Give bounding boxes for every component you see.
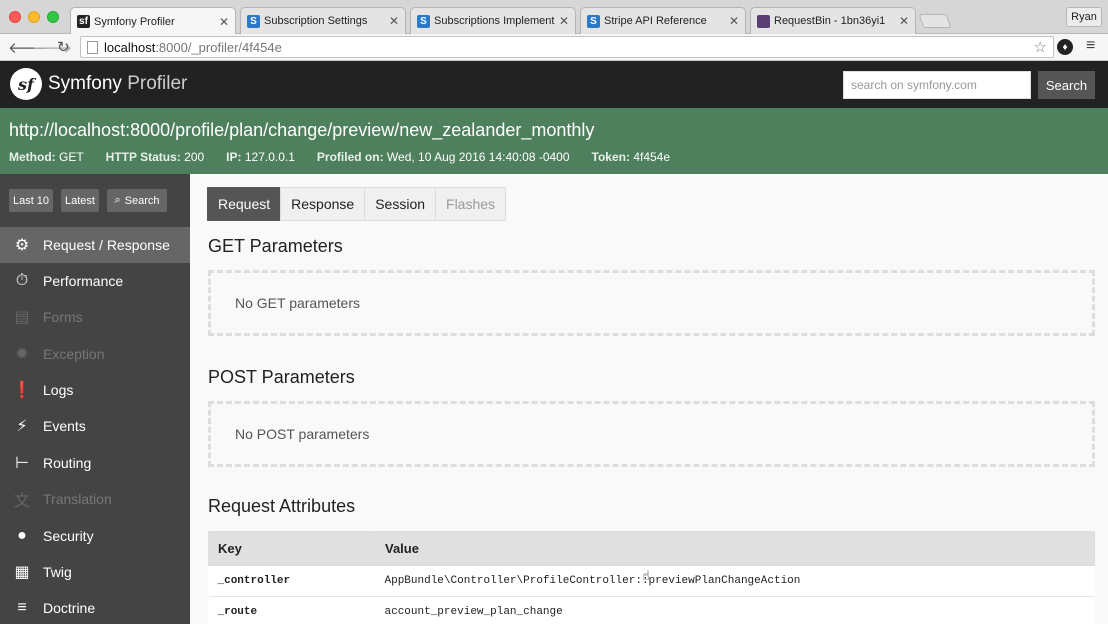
- mouse-cursor-icon: ☝: [642, 568, 650, 583]
- brand-suffix: Profiler: [121, 73, 188, 94]
- browser-tab-subscriptions-implementation[interactable]: S Subscriptions Implementati ✕: [410, 7, 576, 34]
- form-icon: ▤: [14, 309, 30, 326]
- tab-label: Stripe API Reference: [604, 15, 707, 27]
- sidebar-item-routing[interactable]: ⊢ Routing: [0, 445, 190, 481]
- profiler-main: Request Response Session Flashes GET Par…: [190, 174, 1108, 624]
- close-tab-icon[interactable]: ✕: [389, 14, 399, 28]
- close-tab-icon[interactable]: ✕: [729, 14, 739, 28]
- meta-method: Method: GET: [9, 150, 84, 164]
- gears-icon: ⚙: [14, 237, 30, 254]
- hamburger-menu-icon[interactable]: ≡: [1086, 37, 1095, 55]
- close-tab-icon[interactable]: ✕: [219, 15, 229, 29]
- profile-button[interactable]: Ryan: [1066, 7, 1102, 27]
- close-tab-icon[interactable]: ✕: [899, 14, 909, 28]
- request-meta: Method: GET HTTP Status: 200 IP: 127.0.0…: [9, 150, 692, 164]
- stripe-icon: S: [417, 14, 430, 28]
- symfony-search-button[interactable]: Search: [1038, 71, 1095, 99]
- stopwatch-icon: ⏱: [15, 272, 29, 289]
- request-attributes-table: Key Value _controller AppBundle\Controll…: [208, 531, 1095, 624]
- bug-icon: ✹: [15, 346, 29, 363]
- attribute-value: AppBundle\Controller\ProfileController::…: [375, 565, 1095, 597]
- stripe-icon: S: [247, 14, 260, 28]
- meta-token: Token: 4f454e: [591, 150, 671, 164]
- new-tab-button[interactable]: [918, 14, 952, 28]
- magnifier-icon: ⌕: [114, 194, 121, 206]
- sidebar-item-security[interactable]: ● Security: [0, 518, 190, 554]
- reload-icon[interactable]: ↻: [57, 38, 70, 56]
- extension-flame-icon[interactable]: ♦: [1057, 39, 1073, 55]
- table-row: _route account_preview_plan_change: [208, 596, 1095, 624]
- request-url[interactable]: http://localhost:8000/profile/plan/chang…: [9, 120, 594, 141]
- events-icon: ⚡: [16, 418, 28, 435]
- tab-label: Subscription Settings: [264, 15, 368, 27]
- browser-tab-stripe-api-reference[interactable]: S Stripe API Reference ✕: [580, 7, 746, 34]
- browser-tab-subscription-settings[interactable]: S Subscription Settings ✕: [240, 7, 406, 34]
- tab-flashes[interactable]: Flashes: [435, 187, 507, 221]
- tab-label: RequestBin - 1bn36yi1: [774, 15, 886, 27]
- database-icon: ≡: [17, 599, 27, 616]
- minimize-window-button[interactable]: [28, 11, 40, 23]
- twig-icon: ▦: [14, 564, 30, 581]
- post-parameters-title: POST Parameters: [208, 367, 355, 387]
- attribute-key: _controller: [208, 565, 376, 597]
- latest-button[interactable]: Latest: [61, 189, 99, 212]
- profiler-sidebar: Last 10 Latest ⌕ Search ⚙ Request / Respon…: [0, 174, 190, 624]
- brand-name: Symfony: [48, 73, 122, 94]
- sidebar-item-twig[interactable]: ▦ Twig: [0, 554, 190, 590]
- table-row: _controller AppBundle\Controller\Profile…: [208, 565, 1095, 597]
- profiler-title[interactable]: Symfony Profiler: [48, 73, 187, 95]
- sidebar-item-request-response[interactable]: ⚙ Request / Response: [0, 227, 190, 263]
- url-host: localhost: [104, 39, 156, 55]
- bookmark-star-icon[interactable]: ☆: [1034, 38, 1047, 56]
- post-parameters-empty: No POST parameters: [208, 401, 1095, 467]
- browser-tab-requestbin[interactable]: RequestBin - 1bn36yi1 ✕: [750, 7, 916, 34]
- value-column-header: Value: [375, 531, 1095, 566]
- routing-icon: ⊢: [15, 455, 29, 472]
- sidebar-item-exception[interactable]: ✹ Exception: [0, 336, 190, 372]
- meta-ip: IP: 127.0.0.1: [226, 150, 295, 164]
- page-icon: [87, 40, 98, 54]
- table-header-row: Key Value: [208, 531, 1095, 566]
- browser-toolbar: 🡐 🡒 ↻ localhost:8000/_profiler/4f454e ☆ …: [0, 34, 1108, 61]
- attribute-value: account_preview_plan_change: [375, 596, 1095, 624]
- sidebar-item-events[interactable]: ⚡ Events: [0, 408, 190, 444]
- sidebar-item-doctrine[interactable]: ≡ Doctrine: [0, 590, 190, 624]
- maximize-window-button[interactable]: [47, 11, 59, 23]
- symfony-icon: sf: [77, 15, 90, 28]
- symfony-search-input[interactable]: [843, 71, 1031, 99]
- request-summary: http://localhost:8000/profile/plan/chang…: [0, 108, 1108, 174]
- last-10-button[interactable]: Last 10: [9, 189, 53, 212]
- address-bar[interactable]: localhost:8000/_profiler/4f454e ☆: [80, 36, 1054, 58]
- close-tab-icon[interactable]: ✕: [559, 14, 569, 28]
- browser-tab-strip: sf Symfony Profiler ✕ S Subscription Set…: [0, 0, 1108, 35]
- key-column-header: Key: [208, 531, 376, 566]
- stripe-icon: S: [587, 14, 600, 28]
- panel-tabs: Request Response Session Flashes: [207, 187, 507, 221]
- sidebar-item-performance[interactable]: ⏱ Performance: [0, 263, 190, 299]
- user-icon: ●: [17, 527, 27, 544]
- get-parameters-title: GET Parameters: [208, 236, 343, 256]
- logs-icon: ❗: [12, 382, 32, 399]
- tab-label: Symfony Profiler: [94, 15, 175, 28]
- meta-profiled-on: Profiled on: Wed, 10 Aug 2016 14:40:08 -…: [316, 150, 570, 164]
- request-attributes-title: Request Attributes: [208, 496, 356, 516]
- get-parameters-empty: No GET parameters: [208, 270, 1095, 336]
- requestbin-icon: [757, 14, 770, 28]
- url-path: :8000/_profiler/4f454e: [155, 39, 282, 55]
- meta-status: HTTP Status: 200: [105, 150, 205, 164]
- sidebar-item-translation[interactable]: 文 Translation: [0, 481, 190, 517]
- close-window-button[interactable]: [9, 11, 21, 23]
- sidebar-item-forms[interactable]: ▤ Forms: [0, 299, 190, 335]
- tab-request[interactable]: Request: [207, 187, 281, 221]
- profiler-header: sf Symfony Profiler Search: [0, 61, 1108, 108]
- tab-response[interactable]: Response: [280, 187, 365, 221]
- attribute-key: _route: [208, 596, 376, 624]
- symfony-logo-icon[interactable]: sf: [10, 68, 42, 100]
- tab-session[interactable]: Session: [364, 187, 436, 221]
- tab-label: Subscriptions Implementati: [434, 15, 555, 27]
- translation-icon: 文: [13, 493, 30, 510]
- browser-tab-symfony-profiler[interactable]: sf Symfony Profiler ✕: [70, 7, 236, 35]
- sidebar-search-button[interactable]: ⌕ Search: [107, 189, 167, 212]
- sidebar-item-logs[interactable]: ❗ Logs: [0, 372, 190, 408]
